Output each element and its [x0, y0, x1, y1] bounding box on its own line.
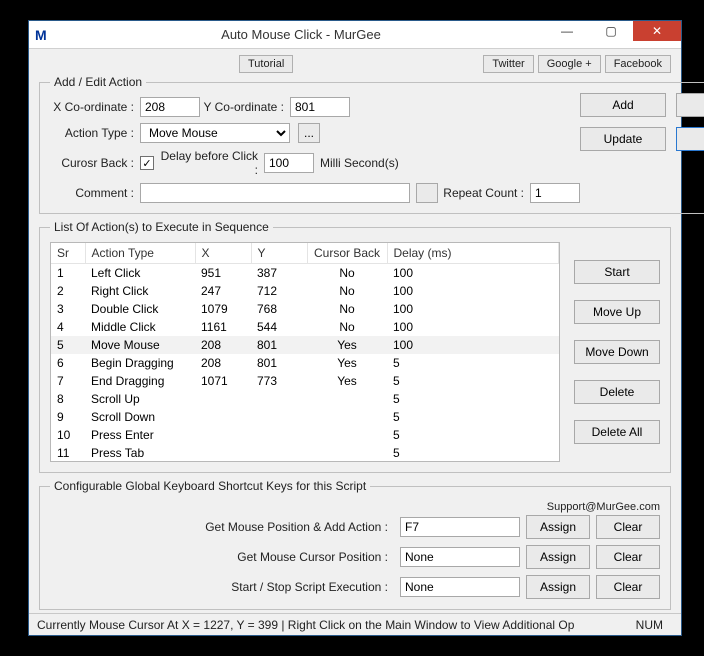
edit-action-group: Add / Edit Action X Co-ordinate : Y Co-o… — [39, 75, 704, 214]
x-label: X Co-ordinate : — [50, 100, 140, 114]
more-button[interactable]: ... — [298, 123, 320, 143]
window-title: Auto Mouse Click - MurGee — [57, 27, 545, 42]
add-button[interactable]: Add — [580, 93, 666, 117]
titlebar[interactable]: M Auto Mouse Click - MurGee — ▢ ✕ — [29, 21, 681, 49]
deleteall-button[interactable]: Delete All — [574, 420, 660, 444]
minimize-button[interactable]: — — [545, 21, 589, 41]
action-list-group: List Of Action(s) to Execute in Sequence… — [39, 220, 671, 473]
window-controls: — ▢ ✕ — [545, 21, 681, 48]
comment-input[interactable] — [140, 183, 410, 203]
comment-extra-button[interactable] — [416, 183, 438, 203]
sc2-clear[interactable]: Clear — [596, 545, 660, 569]
table-row[interactable]: 2Right Click247712No100 — [51, 282, 559, 300]
col-type[interactable]: Action Type — [85, 243, 195, 264]
col-cb[interactable]: Cursor Back — [307, 243, 387, 264]
status-text: Currently Mouse Cursor At X = 1227, Y = … — [37, 618, 626, 632]
repeat-label: Repeat Count : — [438, 186, 530, 200]
sc3-assign[interactable]: Assign — [526, 575, 590, 599]
delete-button[interactable]: Delete — [574, 380, 660, 404]
twitter-link[interactable]: Twitter — [483, 55, 533, 73]
delay-input[interactable] — [264, 153, 314, 173]
repeat-input[interactable] — [530, 183, 580, 203]
start-button[interactable]: Start — [574, 260, 660, 284]
type-label: Action Type : — [50, 126, 140, 140]
close-button[interactable]: ✕ — [633, 21, 681, 41]
shortcuts-group: Configurable Global Keyboard Shortcut Ke… — [39, 479, 671, 610]
sc3-label: Start / Stop Script Execution : — [231, 580, 394, 594]
delay-label: Delay before Click : — [154, 149, 264, 177]
x-input[interactable] — [140, 97, 200, 117]
y-label: Y Co-ordinate : — [200, 100, 290, 114]
sc2-input[interactable] — [400, 547, 520, 567]
table-row[interactable]: 6Begin Dragging208801Yes5 — [51, 354, 559, 372]
list-legend: List Of Action(s) to Execute in Sequence — [50, 220, 273, 234]
facebook-link[interactable]: Facebook — [605, 55, 671, 73]
moveup-button[interactable]: Move Up — [574, 300, 660, 324]
delay-unit: Milli Second(s) — [314, 156, 405, 170]
google-link[interactable]: Google + — [538, 55, 601, 73]
sc3-input[interactable] — [400, 577, 520, 597]
col-y[interactable]: Y — [251, 243, 307, 264]
table-row[interactable]: 10Press Enter5 — [51, 426, 559, 444]
movedown-button[interactable]: Move Down — [574, 340, 660, 364]
app-icon: M — [35, 27, 51, 43]
status-numlock: NUM — [626, 618, 673, 632]
sc1-clear[interactable]: Clear — [596, 515, 660, 539]
sc2-assign[interactable]: Assign — [526, 545, 590, 569]
table-row[interactable]: 4Middle Click1161544No100 — [51, 318, 559, 336]
y-input[interactable] — [290, 97, 350, 117]
tutorial-link[interactable]: Tutorial — [239, 55, 293, 73]
col-sr[interactable]: Sr — [51, 243, 85, 264]
edit-legend: Add / Edit Action — [50, 75, 146, 89]
table-row[interactable]: 11Press Tab5 — [51, 444, 559, 462]
action-type-select[interactable]: Move Mouse — [140, 123, 290, 143]
sc1-assign[interactable]: Assign — [526, 515, 590, 539]
table-row[interactable]: 1Left Click951387No100 — [51, 264, 559, 283]
cursor-back-label: Curosr Back : — [50, 156, 140, 170]
table-row[interactable]: 7End Dragging1071773Yes5 — [51, 372, 559, 390]
support-link[interactable]: Support@MurGee.com — [50, 501, 660, 513]
sc1-label: Get Mouse Position & Add Action : — [205, 520, 394, 534]
sc1-input[interactable] — [400, 517, 520, 537]
cursor-back-checkbox[interactable]: ✓ — [140, 156, 154, 170]
main-window: M Auto Mouse Click - MurGee — ▢ ✕ Tutori… — [28, 20, 682, 636]
save-button[interactable]: Save — [676, 127, 704, 151]
load-button[interactable]: Load — [676, 93, 704, 117]
table-row[interactable]: 8Scroll Up5 — [51, 390, 559, 408]
action-table[interactable]: Sr Action Type X Y Cursor Back Delay (ms… — [50, 242, 560, 462]
shortcuts-legend: Configurable Global Keyboard Shortcut Ke… — [50, 479, 370, 493]
table-row[interactable]: 5Move Mouse208801Yes100 — [51, 336, 559, 354]
maximize-button[interactable]: ▢ — [589, 21, 633, 41]
sc2-label: Get Mouse Cursor Position : — [237, 550, 394, 564]
table-row[interactable]: 9Scroll Down5 — [51, 408, 559, 426]
update-button[interactable]: Update — [580, 127, 666, 151]
statusbar: Currently Mouse Cursor At X = 1227, Y = … — [29, 613, 681, 635]
comment-label: Comment : — [50, 186, 140, 200]
table-row[interactable]: 3Double Click1079768No100 — [51, 300, 559, 318]
col-delay[interactable]: Delay (ms) — [387, 243, 559, 264]
col-x[interactable]: X — [195, 243, 251, 264]
sc3-clear[interactable]: Clear — [596, 575, 660, 599]
